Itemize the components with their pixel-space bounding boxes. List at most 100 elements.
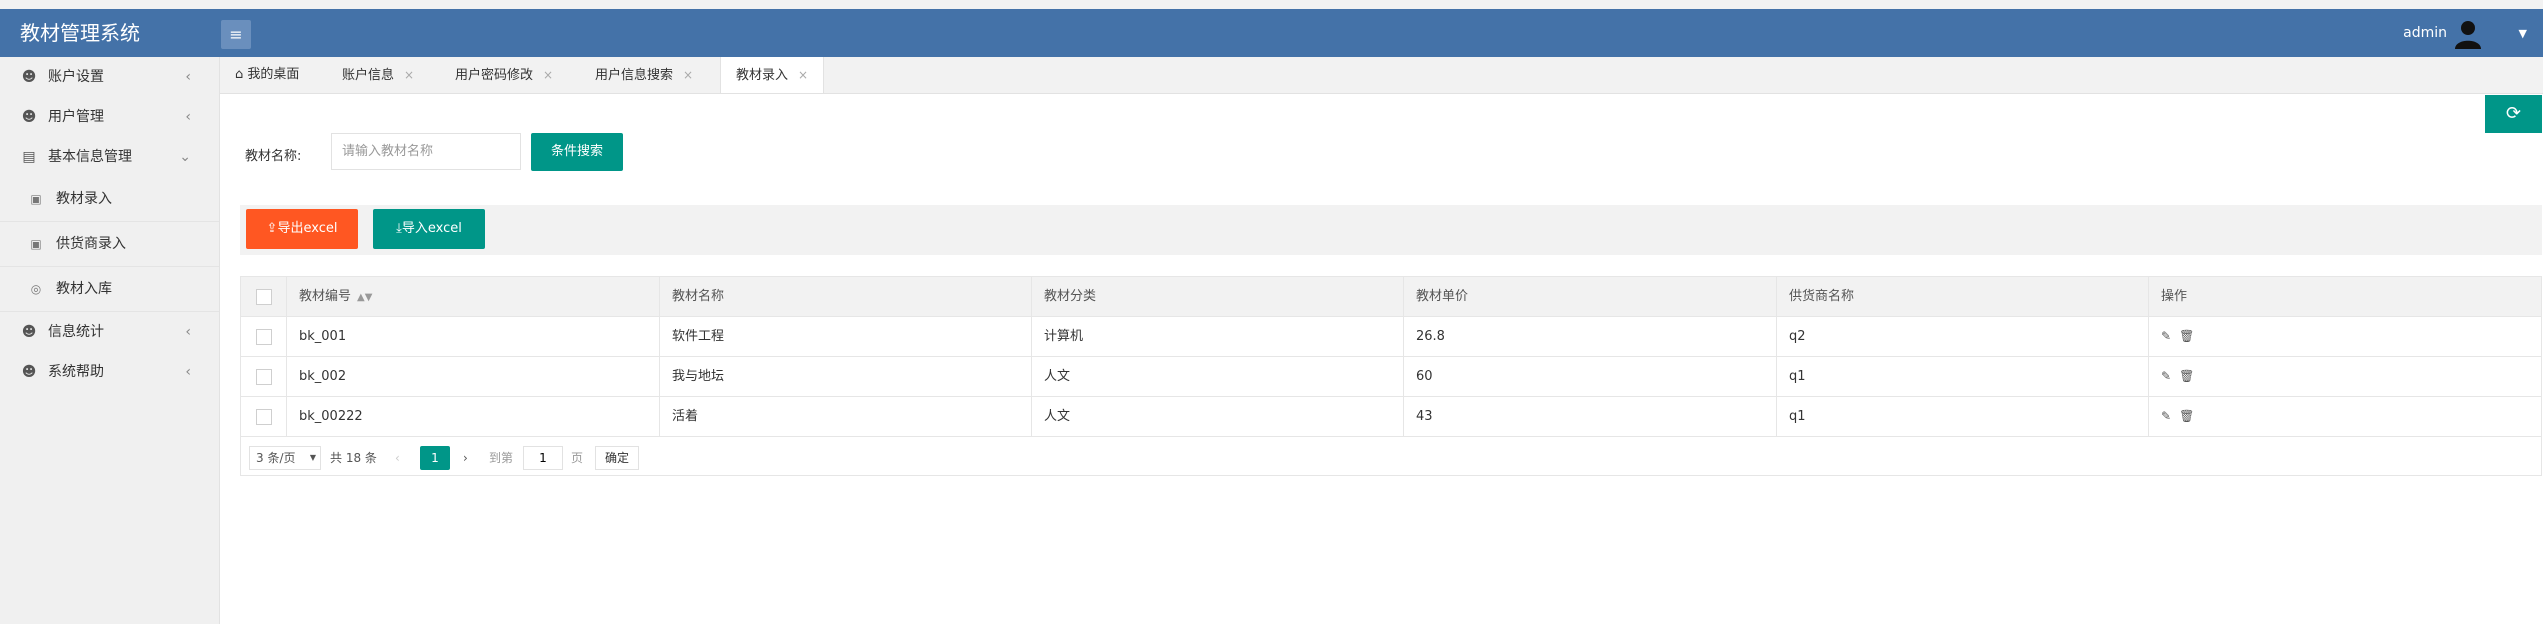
row-checkbox[interactable] — [255, 408, 272, 425]
delete-icon[interactable]: 🗑 — [2179, 397, 2194, 436]
table-row: bk_00222 活着 人文 43 q1 ✎ 🗑 — [241, 397, 2541, 437]
edit-icon[interactable]: ✎ — [2161, 357, 2171, 396]
chevron-down-icon: ⌄ — [179, 149, 191, 165]
column-header: 教材名称 — [660, 277, 1032, 316]
column-header: 教材分类 — [1032, 277, 1404, 316]
hamburger-icon: ≡ — [229, 25, 243, 44]
close-icon[interactable]: × — [404, 68, 414, 82]
database-icon: ◎ — [30, 282, 42, 296]
sidebar-item-label: 基本信息管理 — [48, 149, 132, 165]
row-select-cell — [241, 317, 287, 356]
close-icon[interactable]: × — [798, 68, 808, 82]
table-cell: 43 — [1404, 397, 1777, 436]
search-button[interactable]: 条件搜索 — [531, 133, 623, 171]
table-cell: 软件工程 — [660, 317, 1032, 356]
table-cell: 计算机 — [1032, 317, 1404, 356]
table-cell: 26.8 — [1404, 317, 1777, 356]
tab-label: 账户信息 — [342, 68, 395, 83]
tab-password-change[interactable]: 用户密码修改 × — [455, 57, 553, 93]
sidebar-item-account-settings[interactable]: ☻ 账户设置 ‹ — [0, 57, 219, 97]
select-all-checkbox[interactable] — [255, 288, 272, 305]
sidebar-subitem-label: 供货商录入 — [56, 236, 126, 252]
actions-cell: ✎ 🗑 — [2149, 397, 2541, 436]
sidebar-subitem-textbook-stock[interactable]: ◎ 教材入库 — [0, 267, 219, 312]
user-outline-icon: ☻ — [21, 69, 37, 85]
textbook-name-input[interactable] — [331, 133, 521, 170]
tab-label: 教材录入 — [736, 68, 789, 83]
data-table: 教材编号 ▲▼ 教材名称 教材分类 教材单价 供货商名称 操作 bk_001 软件… — [240, 276, 2542, 476]
app-header: 教材管理系统 ≡ admin ▼ — [0, 9, 2543, 57]
tab-label: 用户密码修改 — [455, 68, 534, 83]
table-cell: bk_00222 — [287, 397, 660, 436]
chevron-left-icon: ‹ — [185, 364, 191, 380]
search-form: 教材名称: 条件搜索 — [220, 133, 2543, 183]
import-label: 导入excel — [401, 221, 462, 236]
sidebar: ☻ 账户设置 ‹ ☻ 用户管理 ‹ ▤ 基本信息管理 ⌄ ▣ 教材录入 ▣ 供货… — [0, 57, 220, 624]
sidebar-item-label: 信息统计 — [48, 324, 104, 340]
sidebar-item-statistics[interactable]: ☻ 信息统计 ‹ — [0, 312, 219, 352]
edit-icon[interactable]: ✎ — [2161, 397, 2171, 436]
row-checkbox[interactable] — [255, 328, 272, 345]
page-size-value: 3 条/页 — [256, 451, 296, 465]
pagination: 3 条/页 ▼ 共 18 条 ‹ 1 › 到第 页 确定 — [241, 437, 2541, 475]
refresh-button[interactable]: ⟳ — [2485, 95, 2542, 133]
sidebar-subitem-supplier-entry[interactable]: ▣ 供货商录入 — [0, 222, 219, 267]
sidebar-subitem-textbook-entry[interactable]: ▣ 教材录入 — [0, 177, 219, 222]
chevron-left-icon: ‹ — [185, 69, 191, 85]
table-cell: bk_002 — [287, 357, 660, 396]
table-cell: q2 — [1777, 317, 2149, 356]
import-excel-button[interactable]: ⤓导入excel — [373, 209, 485, 249]
page-unit-label: 页 — [571, 451, 584, 465]
goto-page-input[interactable] — [523, 446, 563, 470]
table-row: bk_001 软件工程 计算机 26.8 q2 ✎ 🗑 — [241, 317, 2541, 357]
table-cell: 我与地坛 — [660, 357, 1032, 396]
user-outline-icon: ☻ — [21, 109, 37, 125]
delete-icon[interactable]: 🗑 — [2179, 317, 2194, 356]
table-cell: 60 — [1404, 357, 1777, 396]
close-icon[interactable]: × — [543, 68, 553, 82]
form-icon: ▣ — [30, 192, 42, 206]
close-icon[interactable]: × — [683, 68, 693, 82]
edit-icon[interactable]: ✎ — [2161, 317, 2171, 356]
sidebar-item-label: 用户管理 — [48, 109, 104, 125]
current-page-button[interactable]: 1 — [420, 446, 450, 470]
tab-my-desktop[interactable]: ⌂ 我的桌面 — [235, 57, 299, 93]
tab-user-search[interactable]: 用户信息搜索 × — [595, 57, 693, 93]
app-title: 教材管理系统 — [20, 21, 140, 45]
user-name[interactable]: admin — [2403, 9, 2447, 57]
table-row: bk_002 我与地坛 人文 60 q1 ✎ 🗑 — [241, 357, 2541, 397]
goto-confirm-button[interactable]: 确定 — [595, 446, 639, 470]
sidebar-item-basic-info[interactable]: ▤ 基本信息管理 ⌄ — [0, 137, 219, 177]
menu-toggle-button[interactable]: ≡ — [221, 20, 251, 49]
prev-page-icon[interactable]: ‹ — [395, 446, 400, 470]
refresh-icon: ⟳ — [2505, 103, 2522, 124]
sidebar-item-user-management[interactable]: ☻ 用户管理 ‹ — [0, 97, 219, 137]
user-silhouette-icon[interactable] — [2453, 19, 2483, 49]
form-icon: ▣ — [30, 237, 42, 251]
chevron-left-icon: ‹ — [185, 109, 191, 125]
row-select-cell — [241, 397, 287, 436]
sidebar-item-help[interactable]: ☻ 系统帮助 ‹ — [0, 352, 219, 392]
select-all-cell — [241, 277, 287, 316]
delete-icon[interactable]: 🗑 — [2179, 357, 2194, 396]
goto-label: 到第 — [489, 451, 514, 465]
caret-down-icon: ▼ — [309, 453, 316, 462]
user-menu-caret-icon[interactable]: ▼ — [2519, 27, 2527, 40]
table-cell: q1 — [1777, 397, 2149, 436]
tab-account-info[interactable]: 账户信息 × — [342, 57, 414, 93]
search-label: 教材名称: — [245, 149, 302, 164]
table-header-row: 教材编号 ▲▼ 教材名称 教材分类 教材单价 供货商名称 操作 — [241, 277, 2541, 317]
chevron-left-icon: ‹ — [185, 324, 191, 340]
sort-icon[interactable]: ▲▼ — [357, 292, 372, 303]
next-page-icon[interactable]: › — [463, 446, 468, 470]
column-header[interactable]: 教材编号 ▲▼ — [287, 277, 660, 316]
column-header: 操作 — [2161, 289, 2188, 304]
page-size-select[interactable]: 3 条/页 ▼ — [249, 446, 321, 470]
tab-label: 我的桌面 — [247, 67, 300, 82]
row-checkbox[interactable] — [255, 368, 272, 385]
column-header-label: 教材编号 — [299, 289, 352, 304]
export-excel-button[interactable]: ⇪导出excel — [246, 209, 358, 249]
tab-textbook-entry[interactable]: 教材录入 × — [720, 57, 825, 93]
table-cell: 活着 — [660, 397, 1032, 436]
table-cell: 人文 — [1032, 397, 1404, 436]
